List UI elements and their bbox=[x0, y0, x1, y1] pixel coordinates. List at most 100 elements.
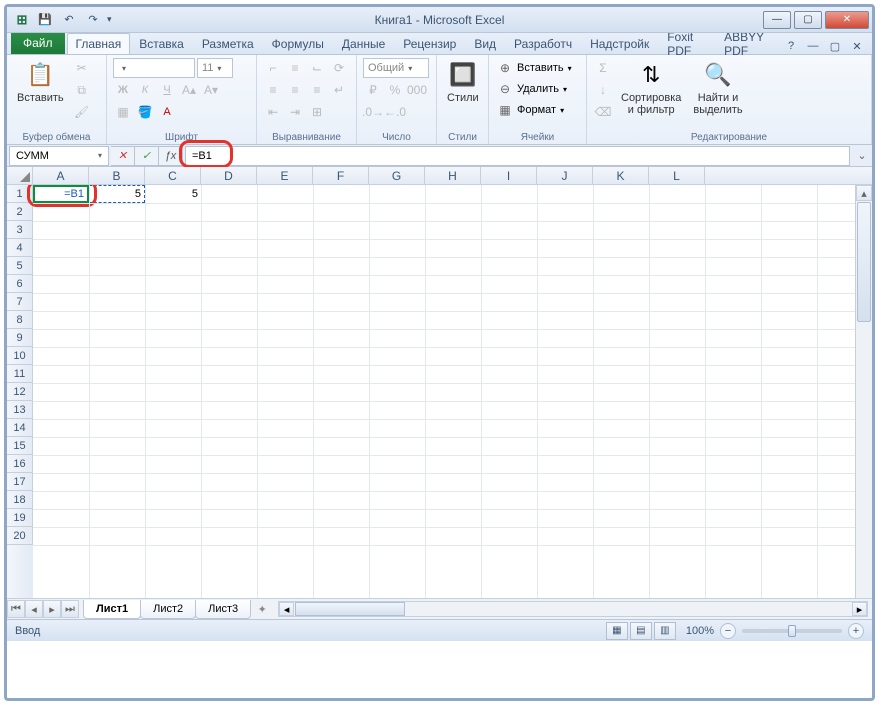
find-select-button[interactable]: 🔍 Найти и выделить bbox=[689, 58, 746, 118]
number-format-combo[interactable]: Общий▾ bbox=[363, 58, 429, 78]
decrease-decimal-icon[interactable]: ←.0 bbox=[385, 102, 405, 122]
font-color-icon[interactable]: A bbox=[157, 102, 177, 122]
col-header[interactable]: K bbox=[593, 167, 649, 184]
col-header[interactable]: L bbox=[649, 167, 705, 184]
grow-font-icon[interactable]: A▴ bbox=[179, 80, 199, 100]
prev-sheet-button[interactable]: ◂ bbox=[25, 600, 43, 618]
align-top-icon[interactable]: ⌐ bbox=[263, 58, 283, 78]
align-right-icon[interactable]: ≡ bbox=[307, 80, 327, 100]
last-sheet-button[interactable]: ⏭ bbox=[61, 600, 79, 618]
row-header[interactable]: 18 bbox=[7, 491, 33, 509]
col-header[interactable]: J bbox=[537, 167, 593, 184]
file-tab[interactable]: Файл bbox=[11, 32, 65, 54]
clear-icon[interactable]: ⌫ bbox=[593, 102, 613, 122]
cell-c1[interactable]: 5 bbox=[145, 185, 201, 203]
sort-filter-button[interactable]: ⇅ Сортировка и фильтр bbox=[617, 58, 685, 118]
help-icon[interactable]: ? bbox=[782, 38, 800, 54]
doc-close-button[interactable]: ✕ bbox=[848, 38, 866, 54]
tab-developer[interactable]: Разработч bbox=[505, 33, 581, 54]
name-box-dropdown-icon[interactable]: ▾ bbox=[98, 151, 102, 160]
align-bottom-icon[interactable]: ⌙ bbox=[307, 58, 327, 78]
col-header[interactable]: G bbox=[369, 167, 425, 184]
fx-button[interactable]: ƒx bbox=[159, 146, 183, 166]
row-header[interactable]: 8 bbox=[7, 311, 33, 329]
styles-button[interactable]: 🔲 Стили bbox=[443, 58, 483, 106]
row-header[interactable]: 10 bbox=[7, 347, 33, 365]
row-header[interactable]: 9 bbox=[7, 329, 33, 347]
col-header[interactable]: D bbox=[201, 167, 257, 184]
align-middle-icon[interactable]: ≡ bbox=[285, 58, 305, 78]
row-header[interactable]: 11 bbox=[7, 365, 33, 383]
minimize-button[interactable]: — bbox=[763, 11, 791, 29]
normal-view-button[interactable]: ▦ bbox=[606, 622, 628, 640]
zoom-out-button[interactable]: − bbox=[720, 623, 736, 639]
col-header[interactable]: E bbox=[257, 167, 313, 184]
insert-cells-button[interactable]: ⊕Вставить▾ bbox=[495, 58, 572, 78]
font-size-combo[interactable]: 11▾ bbox=[197, 58, 233, 78]
row-header[interactable]: 19 bbox=[7, 509, 33, 527]
redo-icon[interactable]: ↷ bbox=[83, 10, 103, 30]
scroll-up-button[interactable]: ▴ bbox=[856, 185, 872, 201]
format-cells-button[interactable]: ▦Формат▾ bbox=[495, 100, 564, 120]
row-header[interactable]: 4 bbox=[7, 239, 33, 257]
borders-icon[interactable]: ▦ bbox=[113, 102, 133, 122]
copy-icon[interactable]: ⧉ bbox=[72, 80, 92, 100]
row-header[interactable]: 15 bbox=[7, 437, 33, 455]
sheet-tab[interactable]: Лист2 bbox=[140, 600, 196, 619]
row-header[interactable]: 20 bbox=[7, 527, 33, 545]
font-name-combo[interactable]: ▾ bbox=[113, 58, 195, 78]
zoom-percent[interactable]: 100% bbox=[686, 625, 714, 637]
tab-home[interactable]: Главная bbox=[67, 33, 131, 54]
fill-color-icon[interactable]: 🪣 bbox=[135, 102, 155, 122]
tab-abbyy[interactable]: ABBYY PDF bbox=[715, 33, 782, 54]
italic-button[interactable]: К bbox=[135, 80, 155, 100]
zoom-slider[interactable] bbox=[742, 629, 842, 633]
align-left-icon[interactable]: ≡ bbox=[263, 80, 283, 100]
tab-view[interactable]: Вид bbox=[465, 33, 505, 54]
col-header[interactable]: F bbox=[313, 167, 369, 184]
row-header[interactable]: 5 bbox=[7, 257, 33, 275]
row-header[interactable]: 3 bbox=[7, 221, 33, 239]
increase-decimal-icon[interactable]: .0→ bbox=[363, 102, 383, 122]
expand-formula-bar-icon[interactable]: ⌄ bbox=[852, 146, 872, 166]
indent-increase-icon[interactable]: ⇥ bbox=[285, 102, 305, 122]
row-header[interactable]: 16 bbox=[7, 455, 33, 473]
maximize-button[interactable]: ▢ bbox=[794, 11, 822, 29]
first-sheet-button[interactable]: ⏮ bbox=[7, 600, 25, 618]
zoom-in-button[interactable]: + bbox=[848, 623, 864, 639]
row-header[interactable]: 14 bbox=[7, 419, 33, 437]
tab-foxit[interactable]: Foxit PDF bbox=[658, 33, 715, 54]
doc-restore-button[interactable]: ▢ bbox=[826, 38, 844, 54]
save-icon[interactable]: 💾 bbox=[35, 10, 55, 30]
format-painter-icon[interactable]: 🖌 bbox=[72, 102, 92, 122]
tab-formulas[interactable]: Формулы bbox=[263, 33, 333, 54]
undo-icon[interactable]: ↶ bbox=[59, 10, 79, 30]
cell-a1[interactable]: =B1 bbox=[33, 185, 89, 203]
sheet-tab[interactable]: Лист1 bbox=[83, 600, 141, 619]
indent-decrease-icon[interactable]: ⇤ bbox=[263, 102, 283, 122]
row-header[interactable]: 12 bbox=[7, 383, 33, 401]
col-header[interactable]: A bbox=[33, 167, 89, 184]
row-header[interactable]: 1 bbox=[7, 185, 33, 203]
bold-button[interactable]: Ж bbox=[113, 80, 133, 100]
scroll-left-button[interactable]: ◂ bbox=[279, 602, 294, 616]
name-box[interactable]: СУММ ▾ bbox=[9, 146, 109, 166]
currency-icon[interactable]: ₽ bbox=[363, 80, 383, 100]
sheet-tab[interactable]: Лист3 bbox=[195, 600, 251, 619]
align-center-icon[interactable]: ≡ bbox=[285, 80, 305, 100]
underline-button[interactable]: Ч bbox=[157, 80, 177, 100]
row-header[interactable]: 13 bbox=[7, 401, 33, 419]
row-header[interactable]: 17 bbox=[7, 473, 33, 491]
wrap-text-icon[interactable]: ↵ bbox=[329, 80, 349, 100]
fill-icon[interactable]: ↓ bbox=[593, 80, 613, 100]
scroll-right-button[interactable]: ▸ bbox=[852, 602, 867, 616]
hscroll-thumb[interactable] bbox=[295, 602, 405, 616]
page-layout-view-button[interactable]: ▤ bbox=[630, 622, 652, 640]
formula-input[interactable]: =B1 bbox=[185, 146, 850, 166]
shrink-font-icon[interactable]: A▾ bbox=[201, 80, 221, 100]
new-sheet-button[interactable]: ✦ bbox=[250, 601, 274, 619]
doc-minimize-button[interactable]: — bbox=[804, 38, 822, 54]
next-sheet-button[interactable]: ▸ bbox=[43, 600, 61, 618]
tab-insert[interactable]: Вставка bbox=[130, 33, 193, 54]
col-header[interactable]: I bbox=[481, 167, 537, 184]
